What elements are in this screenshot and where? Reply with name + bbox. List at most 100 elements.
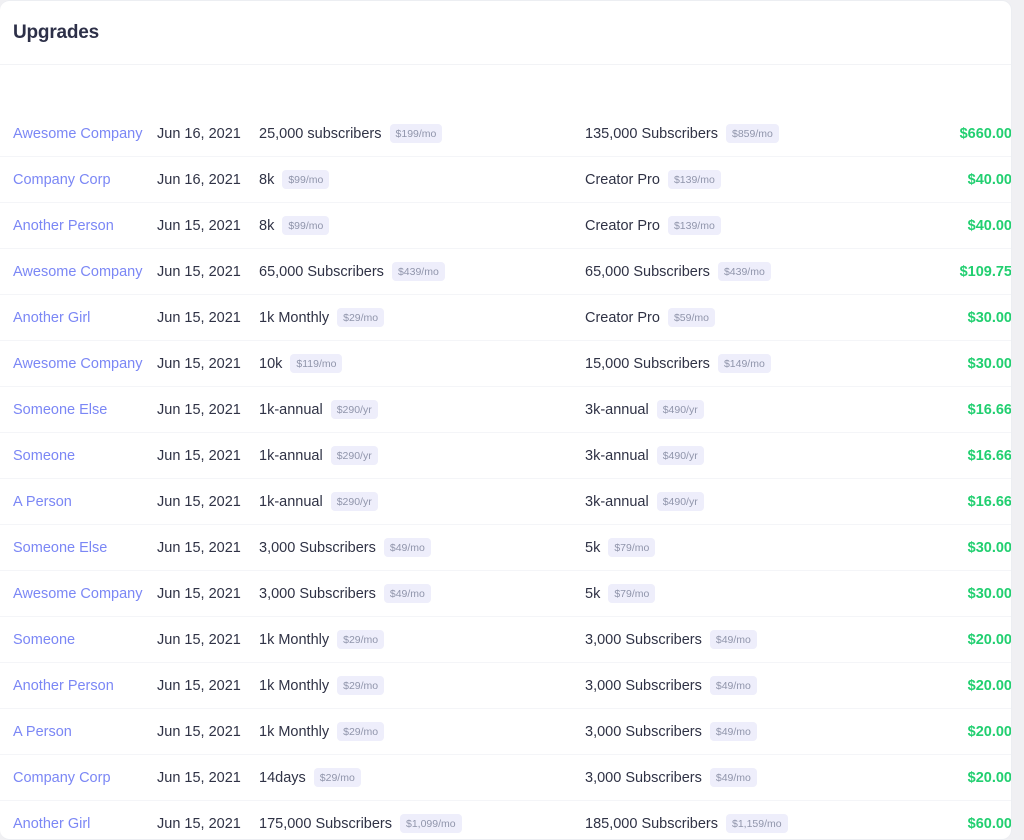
cell-date: Jun 15, 2021	[157, 755, 259, 801]
amount-value: $40.00	[968, 172, 1012, 188]
table-row[interactable]: A Person Jun 15, 2021 1k-annual $290/yr …	[0, 479, 1012, 525]
customer-link[interactable]: Another Girl	[13, 310, 90, 326]
table-row[interactable]: Someone Else Jun 15, 2021 1k-annual $290…	[0, 387, 1012, 433]
from-plan-price-badge: $199/mo	[390, 124, 443, 144]
cell-amount: $20.00	[940, 709, 1012, 755]
cell-amount: $20.00	[940, 663, 1012, 709]
cell-amount: $20.00	[940, 617, 1012, 663]
table-row[interactable]: Someone Else Jun 15, 2021 3,000 Subscrib…	[0, 525, 1012, 571]
amount-value: $60.00	[968, 816, 1012, 832]
customer-link[interactable]: Company Corp	[13, 172, 111, 188]
from-plan-price-badge: $29/mo	[337, 308, 384, 328]
table-row[interactable]: Awesome Company Jun 15, 2021 10k $119/mo…	[0, 341, 1012, 387]
table-row[interactable]: Awesome Company Jun 16, 2021 25,000 subs…	[0, 111, 1012, 157]
customer-link[interactable]: Awesome Company	[13, 264, 143, 280]
to-plan-name: 5k	[585, 540, 600, 556]
table-row[interactable]: Another Girl Jun 15, 2021 1k Monthly $29…	[0, 295, 1012, 341]
from-plan-group: 1k-annual $290/yr	[259, 492, 585, 512]
cell-to-plan: 3k-annual $490/yr	[585, 387, 940, 433]
to-plan-group: 3,000 Subscribers $49/mo	[585, 630, 940, 650]
cell-date: Jun 15, 2021	[157, 525, 259, 571]
table-row[interactable]: Awesome Company Jun 15, 2021 65,000 Subs…	[0, 249, 1012, 295]
cell-to-plan: 15,000 Subscribers $149/mo	[585, 341, 940, 387]
from-plan-name: 1k Monthly	[259, 632, 329, 648]
to-plan-name: 3k-annual	[585, 448, 649, 464]
cell-customer: Awesome Company	[0, 249, 157, 295]
to-plan-group: 3k-annual $490/yr	[585, 446, 940, 466]
customer-link[interactable]: Someone	[13, 448, 75, 464]
date-text: Jun 15, 2021	[157, 586, 241, 602]
cell-from-plan: 3,000 Subscribers $49/mo	[259, 525, 585, 571]
cell-date: Jun 15, 2021	[157, 433, 259, 479]
to-plan-price-badge: $59/mo	[668, 308, 715, 328]
table-row[interactable]: Another Person Jun 15, 2021 8k $99/mo Cr…	[0, 203, 1012, 249]
column-header-amount	[940, 65, 1012, 111]
cell-amount: $30.00	[940, 341, 1012, 387]
customer-link[interactable]: Company Corp	[13, 770, 111, 786]
from-plan-name: 25,000 subscribers	[259, 126, 382, 142]
cell-date: Jun 15, 2021	[157, 295, 259, 341]
from-plan-price-badge: $29/mo	[337, 676, 384, 696]
from-plan-price-badge: $290/yr	[331, 400, 378, 420]
from-plan-group: 1k Monthly $29/mo	[259, 722, 585, 742]
cell-date: Jun 16, 2021	[157, 111, 259, 157]
table-row[interactable]: Another Girl Jun 15, 2021 175,000 Subscr…	[0, 801, 1012, 840]
customer-link[interactable]: Awesome Company	[13, 586, 143, 602]
to-plan-name: 3,000 Subscribers	[585, 724, 702, 740]
cell-from-plan: 1k-annual $290/yr	[259, 479, 585, 525]
from-plan-price-badge: $29/mo	[314, 768, 361, 788]
table-row[interactable]: Someone Jun 15, 2021 1k-annual $290/yr 3…	[0, 433, 1012, 479]
from-plan-name: 1k Monthly	[259, 724, 329, 740]
customer-link[interactable]: Awesome Company	[13, 126, 143, 142]
table-row[interactable]: Another Person Jun 15, 2021 1k Monthly $…	[0, 663, 1012, 709]
cell-to-plan: 5k $79/mo	[585, 571, 940, 617]
from-plan-name: 8k	[259, 172, 274, 188]
table-row[interactable]: Awesome Company Jun 15, 2021 3,000 Subsc…	[0, 571, 1012, 617]
cell-customer: Company Corp	[0, 755, 157, 801]
customer-link[interactable]: Another Person	[13, 678, 114, 694]
cell-to-plan: 3,000 Subscribers $49/mo	[585, 617, 940, 663]
to-plan-price-badge: $149/mo	[718, 354, 771, 374]
upgrades-card: Upgrades Awesome Company Jun 16, 2021 25…	[0, 0, 1012, 840]
customer-link[interactable]: Someone Else	[13, 402, 107, 418]
card-header: Upgrades	[0, 1, 1011, 65]
to-plan-group: 65,000 Subscribers $439/mo	[585, 262, 940, 282]
from-plan-price-badge: $29/mo	[337, 722, 384, 742]
customer-link[interactable]: Someone	[13, 632, 75, 648]
to-plan-name: Creator Pro	[585, 172, 660, 188]
customer-link[interactable]: Someone Else	[13, 540, 107, 556]
to-plan-name: 3,000 Subscribers	[585, 770, 702, 786]
table-row[interactable]: Company Corp Jun 16, 2021 8k $99/mo Crea…	[0, 157, 1012, 203]
customer-link[interactable]: Another Person	[13, 218, 114, 234]
from-plan-group: 25,000 subscribers $199/mo	[259, 124, 585, 144]
cell-to-plan: 3k-annual $490/yr	[585, 479, 940, 525]
cell-date: Jun 15, 2021	[157, 801, 259, 840]
date-text: Jun 15, 2021	[157, 540, 241, 556]
to-plan-group: 3,000 Subscribers $49/mo	[585, 722, 940, 742]
amount-value: $20.00	[968, 724, 1012, 740]
from-plan-group: 3,000 Subscribers $49/mo	[259, 584, 585, 604]
table-row[interactable]: Company Corp Jun 15, 2021 14days $29/mo …	[0, 755, 1012, 801]
to-plan-name: Creator Pro	[585, 310, 660, 326]
customer-link[interactable]: A Person	[13, 724, 72, 740]
customer-link[interactable]: Awesome Company	[13, 356, 143, 372]
cell-to-plan: 3,000 Subscribers $49/mo	[585, 755, 940, 801]
cell-from-plan: 65,000 Subscribers $439/mo	[259, 249, 585, 295]
from-plan-name: 1k-annual	[259, 402, 323, 418]
table-row[interactable]: Someone Jun 15, 2021 1k Monthly $29/mo 3…	[0, 617, 1012, 663]
to-plan-name: 3k-annual	[585, 494, 649, 510]
from-plan-name: 10k	[259, 356, 282, 372]
amount-value: $40.00	[968, 218, 1012, 234]
from-plan-name: 1k Monthly	[259, 310, 329, 326]
table-header-row	[0, 65, 1012, 111]
customer-link[interactable]: Another Girl	[13, 816, 90, 832]
to-plan-group: Creator Pro $139/mo	[585, 216, 940, 236]
to-plan-group: 15,000 Subscribers $149/mo	[585, 354, 940, 374]
column-header-to-plan	[585, 65, 940, 111]
to-plan-price-badge: $859/mo	[726, 124, 779, 144]
cell-date: Jun 16, 2021	[157, 157, 259, 203]
customer-link[interactable]: A Person	[13, 494, 72, 510]
amount-value: $20.00	[968, 678, 1012, 694]
cell-date: Jun 15, 2021	[157, 571, 259, 617]
table-row[interactable]: A Person Jun 15, 2021 1k Monthly $29/mo …	[0, 709, 1012, 755]
